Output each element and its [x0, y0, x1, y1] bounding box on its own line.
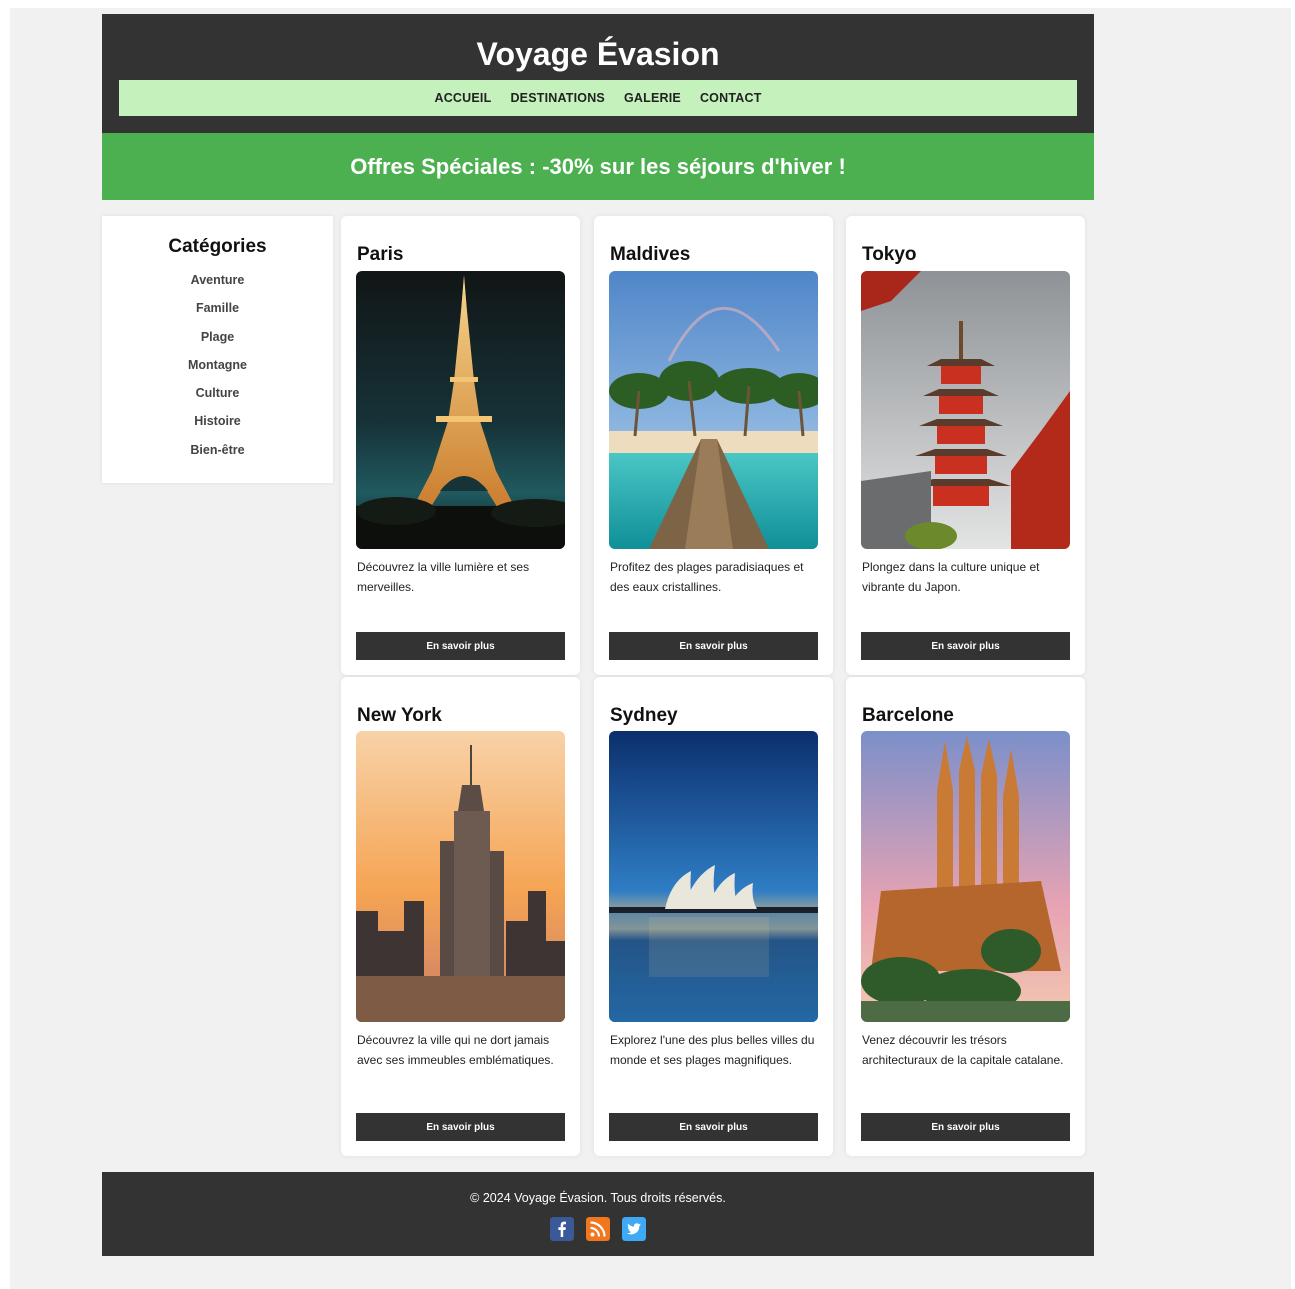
category-plage[interactable]: Plage: [102, 329, 333, 357]
category-list: Aventure Famille Plage Montagne Culture …: [102, 272, 333, 470]
facebook-icon[interactable]: [550, 1217, 574, 1241]
card-description: Plongez dans la culture unique et vibran…: [862, 560, 1040, 594]
card-tokyo: Tokyo Plongez dans la culture unique et …: [846, 216, 1085, 675]
sidebar-title: Catégories: [168, 236, 267, 257]
main-nav: ACCUEIL DESTINATIONS GALERIE CONTACT: [119, 80, 1077, 116]
site-footer: © 2024 Voyage Évasion. Tous droits réser…: [102, 1172, 1094, 1256]
paris-image: [356, 271, 565, 549]
card-title: Barcelone: [862, 705, 954, 726]
tokyo-image: [861, 271, 1070, 549]
nav-galerie[interactable]: GALERIE: [624, 91, 681, 105]
category-bien-etre[interactable]: Bien-être: [102, 442, 333, 470]
category-aventure[interactable]: Aventure: [102, 272, 333, 300]
card-title: Sydney: [610, 705, 678, 726]
site-header: Voyage Évasion ACCUEIL DESTINATIONS GALE…: [102, 14, 1094, 133]
category-montagne[interactable]: Montagne: [102, 357, 333, 385]
learn-more-button[interactable]: En savoir plus: [356, 632, 565, 660]
card-description: Venez découvrir les trésors architectura…: [862, 1033, 1064, 1067]
category-famille[interactable]: Famille: [102, 300, 333, 328]
sydney-image: [609, 731, 818, 1022]
learn-more-button[interactable]: En savoir plus: [609, 1113, 818, 1141]
nav-destinations[interactable]: DESTINATIONS: [510, 91, 605, 105]
card-paris: Paris Découvrez la ville lumière et ses …: [341, 216, 580, 675]
promo-text: Offres Spéciales : -30% sur les séjours …: [350, 153, 846, 179]
category-histoire[interactable]: Histoire: [102, 413, 333, 441]
card-description: Profitez des plages paradisiaques et des…: [610, 560, 804, 594]
card-new-york: New York Découvrez la ville qui ne dort …: [341, 677, 580, 1156]
barcelone-image: [861, 731, 1070, 1022]
card-sydney: Sydney Explorez l'une des plus belles vi…: [594, 677, 833, 1156]
learn-more-button[interactable]: En savoir plus: [609, 632, 818, 660]
sidebar: Catégories Aventure Famille Plage Montag…: [102, 216, 333, 483]
site-title: Voyage Évasion: [476, 36, 720, 72]
card-title: Tokyo: [862, 244, 917, 265]
card-description: Découvrez la ville lumière et ses mervei…: [357, 560, 530, 594]
promo-banner: Offres Spéciales : -30% sur les séjours …: [102, 133, 1094, 200]
nav-contact[interactable]: CONTACT: [700, 91, 762, 105]
card-barcelone: Barcelone Venez découvrir les trésors ar…: [846, 677, 1085, 1156]
new-york-image: [356, 731, 565, 1022]
card-title: New York: [357, 705, 442, 726]
card-maldives: Maldives Profitez des plages paradisiaqu…: [594, 216, 833, 675]
learn-more-button[interactable]: En savoir plus: [861, 632, 1070, 660]
maldives-image: [609, 271, 818, 549]
nav-accueil[interactable]: ACCUEIL: [434, 91, 491, 105]
learn-more-button[interactable]: En savoir plus: [861, 1113, 1070, 1141]
learn-more-button[interactable]: En savoir plus: [356, 1113, 565, 1141]
card-description: Explorez l'une des plus belles villes du…: [610, 1033, 815, 1067]
card-description: Découvrez la ville qui ne dort jamais av…: [357, 1033, 554, 1067]
rss-icon[interactable]: [586, 1217, 610, 1241]
card-title: Paris: [357, 244, 404, 265]
social-links: [102, 1217, 1094, 1241]
twitter-icon[interactable]: [622, 1217, 646, 1241]
category-culture[interactable]: Culture: [102, 385, 333, 413]
card-title: Maldives: [610, 244, 691, 265]
copyright-text: © 2024 Voyage Évasion. Tous droits réser…: [470, 1191, 726, 1205]
